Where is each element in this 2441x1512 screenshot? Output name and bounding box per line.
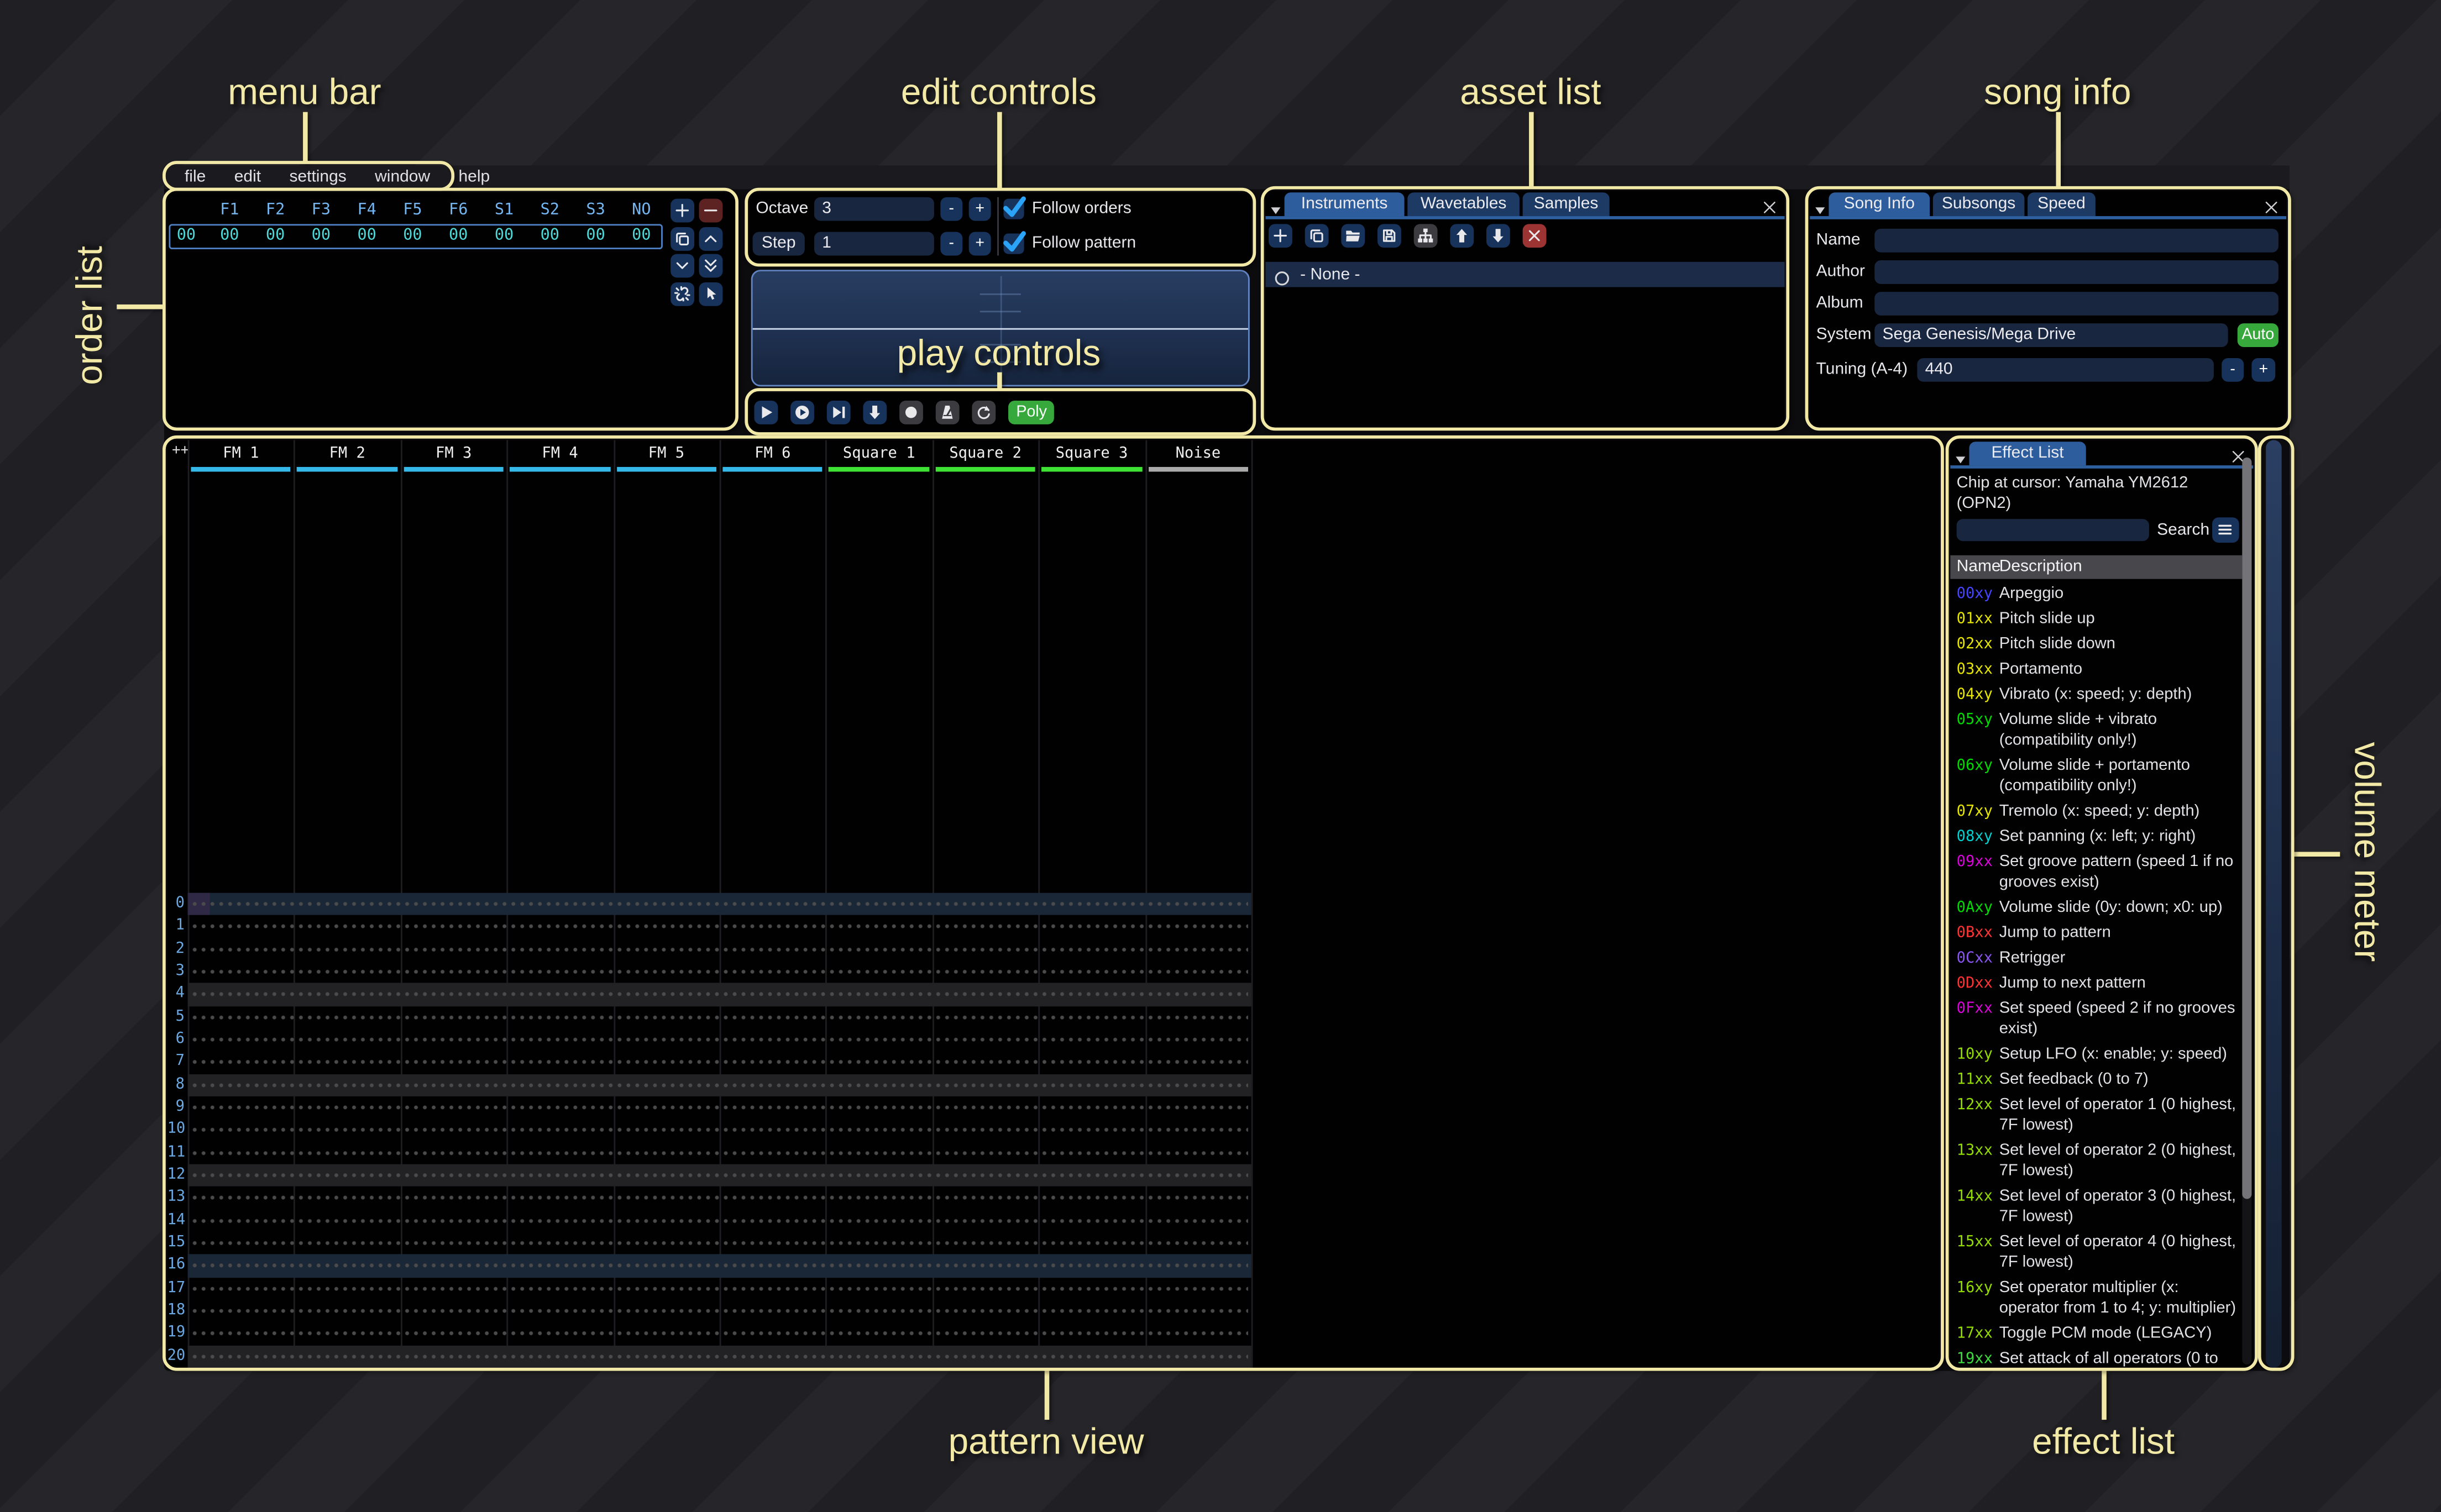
oscilloscope-waveform-line bbox=[753, 327, 1248, 329]
annotation-box-effect-list bbox=[1946, 435, 2258, 1371]
annotation-line bbox=[2101, 1371, 2106, 1420]
oscilloscope-tick bbox=[980, 311, 1021, 312]
annotation-box-asset-list bbox=[1261, 186, 1789, 431]
annotation-play-controls: play controls bbox=[897, 332, 1101, 375]
annotation-line bbox=[997, 372, 1002, 390]
annotation-box-menu-bar bbox=[162, 161, 454, 191]
annotation-song-info: song info bbox=[1984, 71, 2131, 113]
annotation-line bbox=[2055, 112, 2060, 188]
annotation-effect-list: effect list bbox=[2032, 1421, 2175, 1463]
annotation-asset-list: asset list bbox=[1460, 71, 1601, 113]
screenshot-stage: fileeditsettingswindowhelp F1F2F3F4F5F6S… bbox=[0, 0, 2441, 1512]
annotation-line bbox=[997, 112, 1002, 190]
annotation-line bbox=[1528, 112, 1533, 188]
annotation-box-edit-controls bbox=[745, 188, 1256, 267]
annotation-box-order-list bbox=[163, 188, 738, 431]
annotation-edit-controls: edit controls bbox=[901, 71, 1097, 113]
annotation-line bbox=[117, 304, 164, 309]
annotation-volume-meter: volume meter bbox=[2345, 742, 2388, 962]
annotation-box-song-info bbox=[1805, 186, 2291, 431]
annotation-line bbox=[2293, 851, 2340, 856]
annotation-box-volume-meter bbox=[2258, 435, 2295, 1371]
annotation-box-play-controls bbox=[745, 388, 1256, 435]
annotation-box-pattern-view bbox=[163, 435, 1944, 1371]
annotation-pattern-view: pattern view bbox=[949, 1421, 1144, 1463]
oscilloscope-tick bbox=[980, 293, 1021, 295]
annotation-menu-bar: menu bar bbox=[228, 71, 381, 113]
annotation-line bbox=[302, 112, 307, 162]
annotation-order-list: order list bbox=[69, 246, 111, 385]
annotation-line bbox=[1044, 1371, 1049, 1420]
